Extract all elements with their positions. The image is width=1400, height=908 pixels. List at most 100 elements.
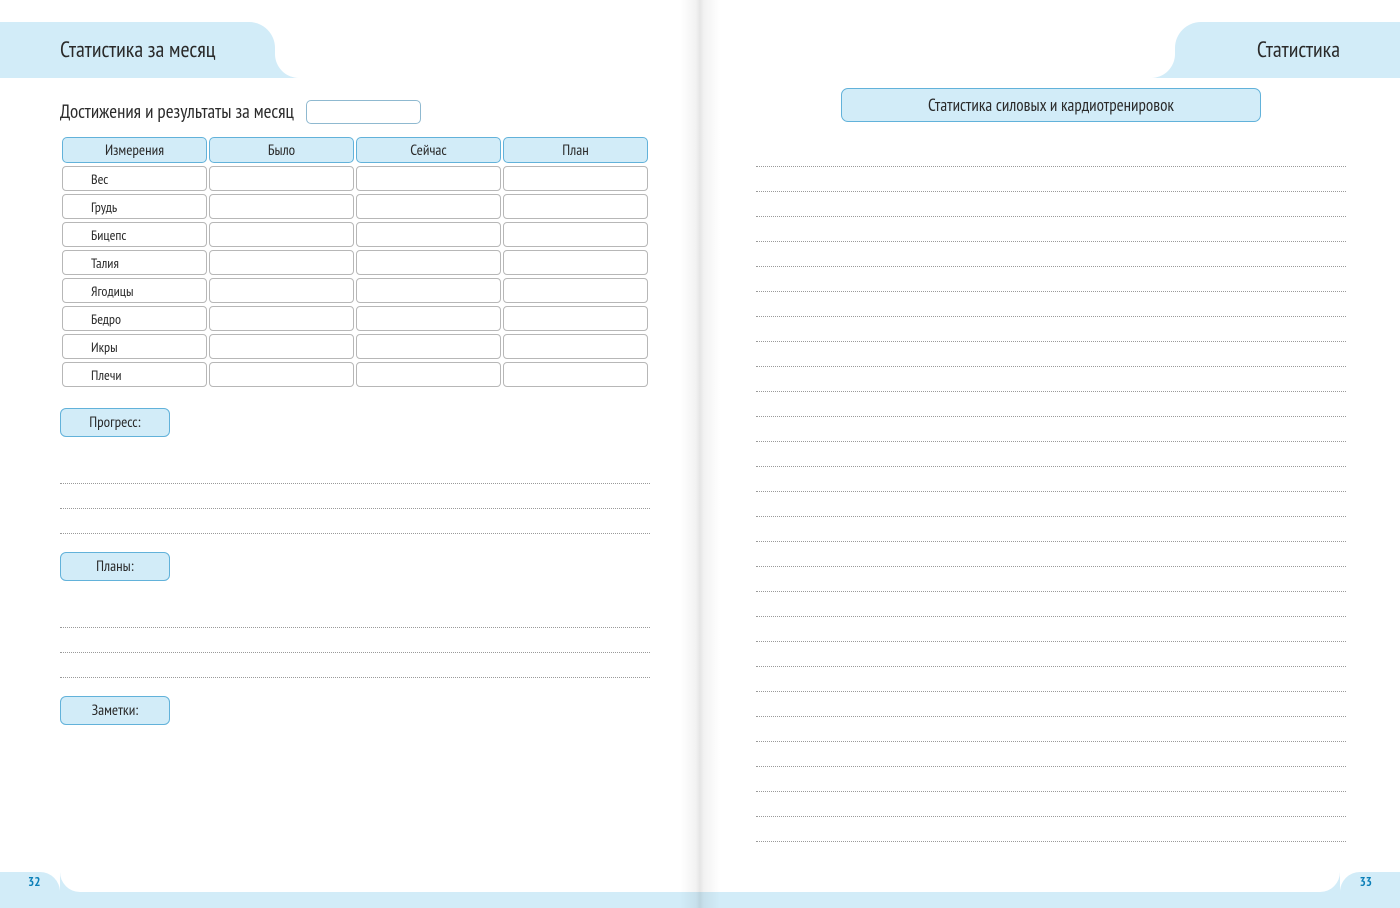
header-tab-right: Статистика xyxy=(1175,22,1400,78)
cell-was[interactable] xyxy=(209,362,354,387)
header-tab-left-title: Статистика за месяц xyxy=(60,36,215,64)
table-row: Икры xyxy=(62,334,648,359)
row-label: Талия xyxy=(62,250,207,275)
row-label: Бицепс xyxy=(62,222,207,247)
writing-line[interactable] xyxy=(756,217,1346,242)
cell-plan[interactable] xyxy=(503,250,648,275)
writing-line[interactable] xyxy=(756,292,1346,317)
writing-line[interactable] xyxy=(60,653,650,678)
footer-bar xyxy=(700,892,1400,908)
cell-now[interactable] xyxy=(356,306,501,331)
cell-now[interactable] xyxy=(356,166,501,191)
table-row: Вес xyxy=(62,166,648,191)
writing-line[interactable] xyxy=(756,342,1346,367)
row-label: Бедро xyxy=(62,306,207,331)
footer-right: 33 xyxy=(700,876,1400,908)
writing-line[interactable] xyxy=(60,459,650,484)
cell-now[interactable] xyxy=(356,250,501,275)
cell-plan[interactable] xyxy=(503,334,648,359)
cell-was[interactable] xyxy=(209,306,354,331)
writing-line[interactable] xyxy=(60,509,650,534)
writing-line[interactable] xyxy=(756,717,1346,742)
subtitle: Достижения и результаты за месяц xyxy=(60,100,294,124)
writing-line[interactable] xyxy=(756,617,1346,642)
cell-was[interactable] xyxy=(209,194,354,219)
th-plan: План xyxy=(503,137,648,163)
writing-line[interactable] xyxy=(756,167,1346,192)
page-left: Статистика за месяц Достижения и результ… xyxy=(0,0,700,908)
writing-line[interactable] xyxy=(60,603,650,628)
header-tab-right-corner xyxy=(1151,54,1175,78)
plans-lines[interactable] xyxy=(60,603,650,678)
table-row: Ягодицы xyxy=(62,278,648,303)
cell-was[interactable] xyxy=(209,278,354,303)
row-label: Грудь xyxy=(62,194,207,219)
cell-was[interactable] xyxy=(209,250,354,275)
cell-now[interactable] xyxy=(356,334,501,359)
cell-was[interactable] xyxy=(209,334,354,359)
stats-pill: Статистика силовых и кардиотренировок xyxy=(841,88,1261,122)
writing-line[interactable] xyxy=(756,642,1346,667)
writing-line[interactable] xyxy=(756,267,1346,292)
page-number-right: 33 xyxy=(1360,873,1372,890)
writing-line[interactable] xyxy=(756,492,1346,517)
month-input-box[interactable] xyxy=(306,100,421,124)
writing-line[interactable] xyxy=(756,592,1346,617)
writing-line[interactable] xyxy=(756,667,1346,692)
footer-left: 32 xyxy=(0,876,700,908)
row-label: Плечи xyxy=(62,362,207,387)
cell-plan[interactable] xyxy=(503,194,648,219)
cell-plan[interactable] xyxy=(503,278,648,303)
th-measure: Измерения xyxy=(62,137,207,163)
footer-notch-corner xyxy=(60,872,80,892)
row-label: Вес xyxy=(62,166,207,191)
cell-now[interactable] xyxy=(356,222,501,247)
cell-plan[interactable] xyxy=(503,166,648,191)
writing-line[interactable] xyxy=(756,442,1346,467)
cell-plan[interactable] xyxy=(503,222,648,247)
row-label: Икры xyxy=(62,334,207,359)
cell-plan[interactable] xyxy=(503,362,648,387)
table-row: Талия xyxy=(62,250,648,275)
table-row: Плечи xyxy=(62,362,648,387)
book-spread: Статистика за месяц Достижения и результ… xyxy=(0,0,1400,908)
footer-bar xyxy=(0,892,700,908)
page-number-left: 32 xyxy=(28,873,40,890)
writing-line[interactable] xyxy=(756,517,1346,542)
cell-now[interactable] xyxy=(356,194,501,219)
writing-line[interactable] xyxy=(756,142,1346,167)
page-right: Статистика Статистика силовых и кардиотр… xyxy=(700,0,1400,908)
writing-line[interactable] xyxy=(756,242,1346,267)
cell-was[interactable] xyxy=(209,222,354,247)
measurements-table: Измерения Было Сейчас План Вес Грудь Биц… xyxy=(60,134,650,390)
writing-line[interactable] xyxy=(756,542,1346,567)
writing-line[interactable] xyxy=(756,367,1346,392)
writing-line[interactable] xyxy=(756,817,1346,842)
footer-notch-corner xyxy=(1320,872,1340,892)
progress-lines[interactable] xyxy=(60,459,650,534)
writing-line[interactable] xyxy=(756,392,1346,417)
writing-line[interactable] xyxy=(756,317,1346,342)
writing-line[interactable] xyxy=(756,792,1346,817)
writing-line[interactable] xyxy=(60,628,650,653)
writing-line[interactable] xyxy=(756,567,1346,592)
table-row: Бицепс xyxy=(62,222,648,247)
writing-line[interactable] xyxy=(756,767,1346,792)
cell-was[interactable] xyxy=(209,166,354,191)
writing-line[interactable] xyxy=(756,692,1346,717)
subtitle-row: Достижения и результаты за месяц xyxy=(60,100,650,124)
th-now: Сейчас xyxy=(356,137,501,163)
writing-line[interactable] xyxy=(60,484,650,509)
writing-line[interactable] xyxy=(756,742,1346,767)
notes-pill: Заметки: xyxy=(60,696,170,725)
cell-now[interactable] xyxy=(356,362,501,387)
right-content: Статистика силовых и кардиотренировок xyxy=(756,88,1346,842)
header-tab-right-title: Статистика xyxy=(1257,36,1340,64)
writing-line[interactable] xyxy=(756,417,1346,442)
writing-line[interactable] xyxy=(756,467,1346,492)
cell-plan[interactable] xyxy=(503,306,648,331)
writing-line[interactable] xyxy=(756,192,1346,217)
plans-pill: Планы: xyxy=(60,552,170,581)
cell-now[interactable] xyxy=(356,278,501,303)
stats-lines[interactable] xyxy=(756,142,1346,842)
